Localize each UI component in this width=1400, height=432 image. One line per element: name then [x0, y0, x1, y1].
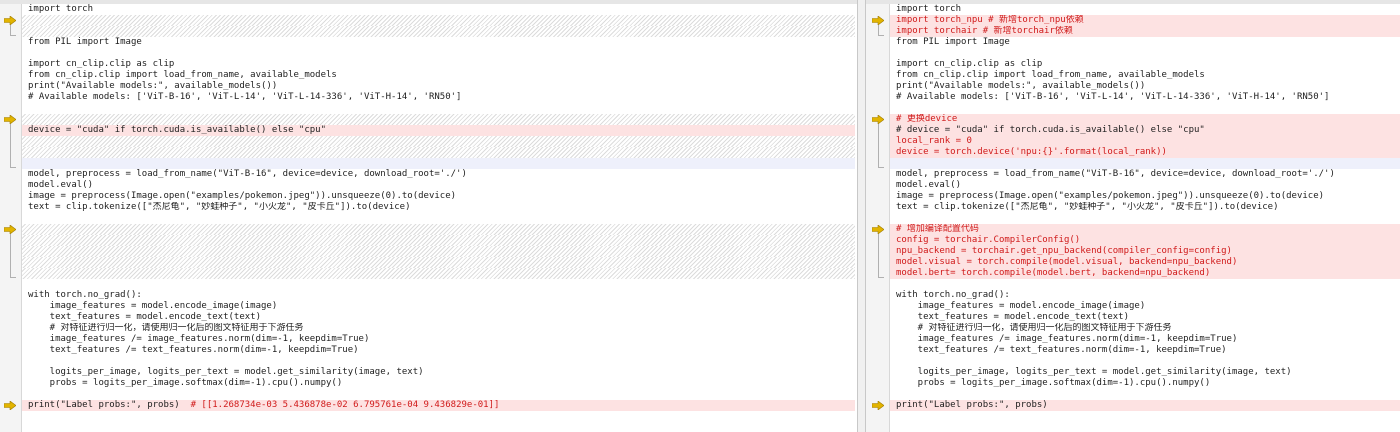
diff-filler-line [22, 246, 855, 257]
diff-filler-line [22, 257, 855, 268]
changed-code-line: import torch_npu # 新增torch_npu依赖 [890, 15, 1400, 26]
code-line: text_features = model.encode_text(text) [896, 312, 1129, 322]
code-line: image_features /= image_features.norm(di… [28, 334, 370, 344]
code-line: print("Available models:", available_mod… [896, 81, 1146, 91]
changed-code-line: config = torchair.CompilerConfig() [890, 235, 1400, 246]
change-block-bracket [10, 25, 16, 36]
code-line: from cn_clip.clip import load_from_name,… [896, 70, 1205, 80]
arrow-right-icon[interactable] [872, 401, 884, 410]
code-line: text = clip.tokenize(["杰尼龟", "妙蛙种子", "小火… [28, 202, 411, 212]
code-line: image_features /= image_features.norm(di… [896, 334, 1238, 344]
code-line: image_features = model.encode_image(imag… [28, 301, 278, 311]
change-block-bracket [10, 124, 16, 168]
code-line: probs = logits_per_image.softmax(dim=-1)… [28, 378, 343, 388]
pane-splitter[interactable] [857, 0, 866, 432]
code-line: import torch [896, 4, 962, 14]
code-line: import torch [28, 4, 94, 14]
changed-code-line: import torchair # 新增torchair依赖 [890, 26, 1400, 37]
change-block-bracket [878, 124, 884, 168]
code-line: from cn_clip.clip import load_from_name,… [28, 70, 337, 80]
diff-filler-line [22, 136, 855, 147]
changed-code-line: # 更换device [890, 114, 1400, 125]
code-line: with torch.no_grad(): [896, 290, 1010, 300]
code-line: from PIL import Image [28, 37, 142, 47]
arrow-right-icon[interactable] [872, 16, 884, 25]
code-line: image_features = model.encode_image(imag… [896, 301, 1146, 311]
change-block-bracket [878, 234, 884, 278]
code-line: model, preprocess = load_from_name("ViT-… [28, 169, 467, 179]
code-line: image = preprocess(Image.open("examples/… [28, 191, 457, 201]
diff-filler-line [22, 224, 855, 235]
code-line: import cn_clip.clip as clip [896, 59, 1043, 69]
arrow-right-icon[interactable] [4, 115, 16, 124]
arrow-right-icon[interactable] [872, 115, 884, 124]
code-line [22, 158, 855, 169]
diff-filler-line [22, 235, 855, 246]
code-line: logits_per_image, logits_per_text = mode… [896, 367, 1292, 377]
right-gutter [866, 4, 890, 432]
right-code[interactable]: import torch import torch_npu # 新增torch_n… [890, 4, 1400, 411]
arrow-right-icon[interactable] [4, 16, 16, 25]
right-pane[interactable]: import torch import torch_npu # 新增torch_n… [866, 4, 1400, 432]
code-line: text = clip.tokenize(["杰尼龟", "妙蛙种子", "小火… [896, 202, 1279, 212]
code-line: model.eval() [896, 180, 962, 190]
code-line: # Available models: ['ViT-B-16', 'ViT-L-… [896, 92, 1330, 102]
code-line: text_features /= text_features.norm(dim=… [896, 345, 1227, 355]
changed-code-line: device = torch.device('npu:{}'.format(lo… [890, 147, 1400, 158]
left-pane[interactable]: import torch from PIL import Image import … [0, 4, 857, 432]
code-line: with torch.no_grad(): [28, 290, 142, 300]
code-line: # Available models: ['ViT-B-16', 'ViT-L-… [28, 92, 462, 102]
code-line: # 对特征进行归一化，请使用归一化后的图文特征用于下游任务 [896, 323, 1172, 333]
diff-viewer: import torch from PIL import Image import … [0, 0, 1400, 432]
arrow-right-icon[interactable] [4, 225, 16, 234]
change-block-bracket [878, 25, 884, 36]
diff-filler-line [22, 268, 855, 279]
changed-code-line: model.visual = torch.compile(model.visua… [890, 257, 1400, 268]
changed-code-line: # device = "cuda" if torch.cuda.is_avail… [890, 125, 1400, 136]
code-line: import cn_clip.clip as clip [28, 59, 175, 69]
code-line: model, preprocess = load_from_name("ViT-… [896, 169, 1335, 179]
code-comment: # [[1.268734e-03 5.436878e-02 6.795761e-… [190, 400, 500, 410]
arrow-right-icon[interactable] [872, 225, 884, 234]
code-line: text_features = model.encode_text(text) [28, 312, 261, 322]
changed-code-line: print("Label probs:", probs) [890, 400, 1400, 411]
diff-filler-line [22, 15, 855, 26]
code-line: # 对特征进行归一化，请使用归一化后的图文特征用于下游任务 [28, 323, 304, 333]
change-block-bracket [10, 234, 16, 278]
changed-code-line: model.bert= torch.compile(model.bert, ba… [890, 268, 1400, 279]
left-code[interactable]: import torch from PIL import Image import … [22, 4, 855, 411]
code-segment: print("Label probs:", probs) [28, 400, 191, 410]
code-line: probs = logits_per_image.softmax(dim=-1)… [896, 378, 1211, 388]
left-gutter [0, 4, 22, 432]
arrow-right-icon[interactable] [4, 401, 16, 410]
diff-filler-line [22, 114, 855, 125]
changed-code-line: npu_backend = torchair.get_npu_backend(c… [890, 246, 1400, 257]
changed-code-line: local_rank = 0 [890, 136, 1400, 147]
code-line: model.eval() [28, 180, 94, 190]
changed-code-line: device = "cuda" if torch.cuda.is_availab… [22, 125, 855, 136]
diff-filler-line [22, 26, 855, 37]
changed-code-line: print("Label probs:", probs) # [[1.26873… [22, 400, 855, 411]
code-line: image = preprocess(Image.open("examples/… [896, 191, 1325, 201]
code-line: text_features /= text_features.norm(dim=… [28, 345, 359, 355]
code-line: logits_per_image, logits_per_text = mode… [28, 367, 424, 377]
code-line: from PIL import Image [896, 37, 1010, 47]
diff-filler-line [22, 147, 855, 158]
code-line [890, 158, 1400, 169]
code-line: print("Available models:", available_mod… [28, 81, 278, 91]
changed-code-line: # 增加编译配置代码 [890, 224, 1400, 235]
